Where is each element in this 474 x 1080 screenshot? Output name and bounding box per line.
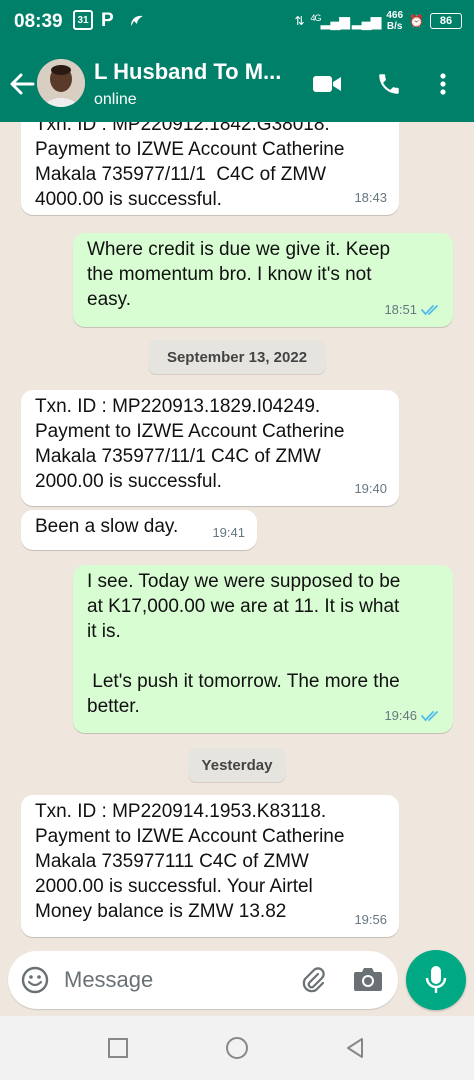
message-meta: 18:43 bbox=[354, 185, 387, 210]
message-meta: 18:51 bbox=[384, 297, 441, 322]
message-meta: 19:41 bbox=[212, 520, 245, 545]
video-call-icon[interactable] bbox=[310, 68, 344, 100]
date-separator-label: September 13, 2022 bbox=[166, 348, 308, 366]
date-separator-label: Yesterday bbox=[201, 756, 273, 774]
home-icon[interactable] bbox=[223, 1034, 251, 1062]
message-bubble-outgoing[interactable]: I see. Today we were supposed to be at K… bbox=[73, 565, 453, 733]
more-options-icon[interactable] bbox=[426, 68, 460, 100]
recent-apps-icon[interactable] bbox=[104, 1034, 132, 1062]
back-arrow-icon[interactable] bbox=[6, 66, 38, 102]
message-bubble-incoming[interactable]: Txn. ID : MP220912.1842.G38018. Payment … bbox=[21, 122, 399, 215]
phone-icon[interactable] bbox=[372, 68, 406, 100]
message-meta: 19:46 bbox=[384, 703, 441, 728]
message-text: Txn. ID : MP220914.1953.K83118. Payment … bbox=[35, 801, 345, 922]
contact-name[interactable]: L Husband To M... bbox=[94, 59, 281, 85]
message-time: 19:40 bbox=[354, 481, 387, 496]
message-bubble-incoming[interactable]: Been a slow day. 19:41 bbox=[21, 510, 257, 550]
status-right-cluster: ⇅ 4G▂▄▆ ▂▄▆ 466 B/s ⏰ 86 bbox=[294, 10, 462, 32]
message-meta: 19:56 bbox=[354, 907, 387, 932]
message-text: I see. Today we were supposed to be at K… bbox=[87, 571, 401, 717]
read-receipt-icon bbox=[421, 710, 438, 721]
message-input-bar[interactable]: Message bbox=[8, 951, 398, 1009]
chat-messages-area[interactable]: Txn. ID : MP220912.1842.G38018. Payment … bbox=[0, 122, 474, 950]
alarm-icon: ⏰ bbox=[409, 14, 424, 28]
avatar[interactable] bbox=[37, 59, 85, 107]
back-nav-icon[interactable] bbox=[341, 1034, 369, 1062]
read-receipt-icon bbox=[421, 304, 438, 315]
signal-icon: 4G▂▄▆ ▂▄▆ bbox=[310, 12, 382, 29]
message-bubble-outgoing[interactable]: Where credit is due we give it. Keep the… bbox=[73, 233, 453, 327]
message-time: 19:41 bbox=[212, 525, 245, 540]
message-text: Txn. ID : MP220912.1842.G38018. Payment … bbox=[35, 122, 345, 210]
message-bubble-incoming[interactable]: Txn. ID : MP220914.1953.K83118. Payment … bbox=[21, 795, 399, 937]
calendar-notification-icon: 31 bbox=[73, 10, 93, 30]
status-bar: 08:39 31 P ⇅ 4G▂▄▆ ▂▄▆ 466 B/s ⏰ 86 bbox=[0, 0, 474, 46]
status-time: 08:39 bbox=[14, 11, 63, 32]
chat-header: L Husband To M... online bbox=[0, 46, 474, 122]
message-time: 19:56 bbox=[354, 912, 387, 927]
message-time: 18:51 bbox=[384, 302, 417, 317]
message-text: Txn. ID : MP220913.1829.I04249. Payment … bbox=[35, 396, 345, 492]
message-time: 18:43 bbox=[354, 190, 387, 205]
data-arrows-icon: ⇅ bbox=[294, 14, 305, 28]
message-time: 19:46 bbox=[384, 708, 417, 723]
mic-icon[interactable] bbox=[406, 950, 466, 1010]
app-notification-icon bbox=[128, 10, 146, 32]
attach-icon[interactable] bbox=[298, 965, 328, 995]
emoji-icon[interactable] bbox=[20, 965, 50, 995]
p-notification-icon: P bbox=[101, 10, 114, 31]
message-bubble-incoming[interactable]: Txn. ID : MP220913.1829.I04249. Payment … bbox=[21, 390, 399, 506]
contact-status: online bbox=[94, 91, 137, 108]
system-navigation-bar bbox=[0, 1016, 474, 1080]
network-speed: 466 B/s bbox=[386, 10, 404, 32]
message-meta: 19:40 bbox=[354, 476, 387, 501]
date-separator: September 13, 2022 bbox=[148, 340, 326, 374]
date-separator: Yesterday bbox=[188, 748, 286, 782]
camera-icon[interactable] bbox=[352, 965, 384, 995]
message-input[interactable]: Message bbox=[64, 967, 153, 993]
battery-icon: 86 bbox=[430, 13, 462, 29]
